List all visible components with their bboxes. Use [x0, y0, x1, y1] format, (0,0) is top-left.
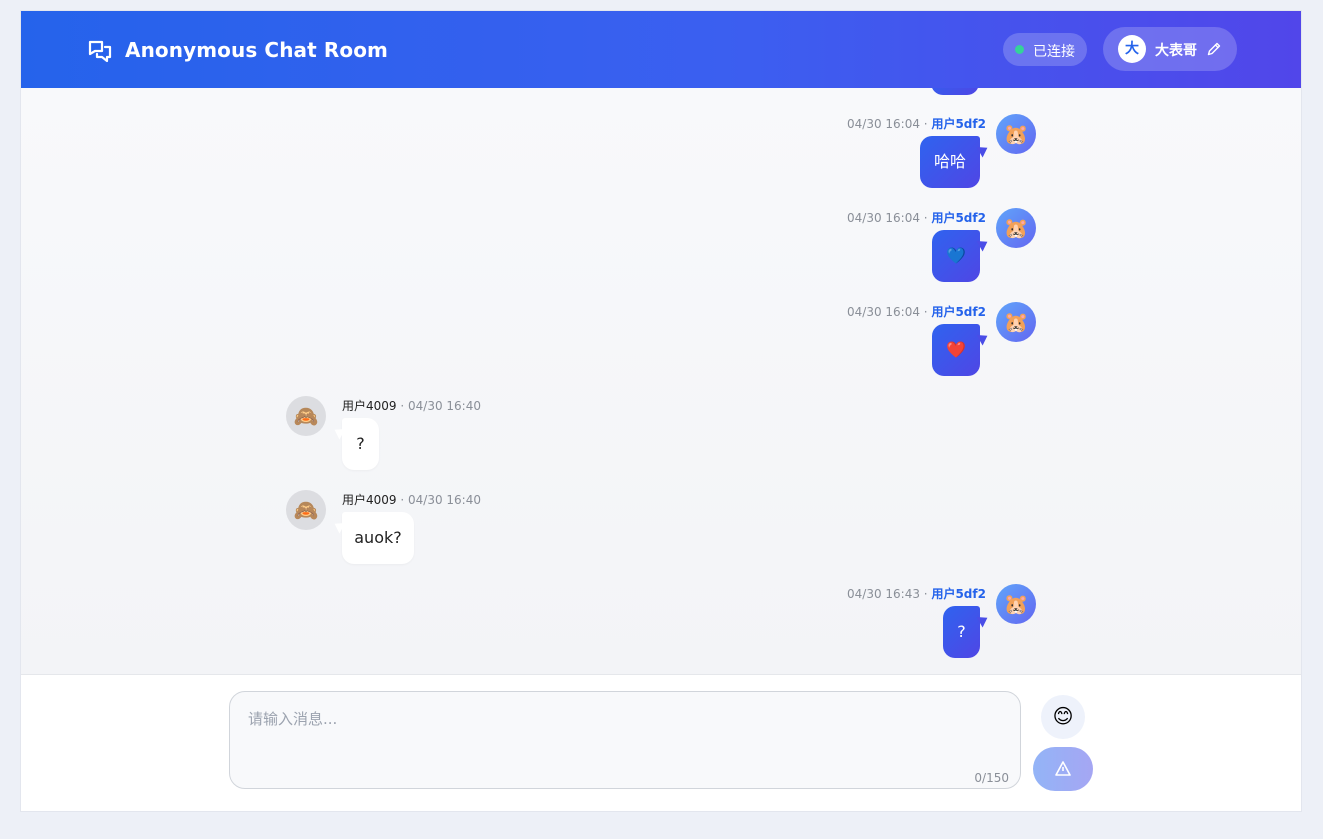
message-time: 04/30 16:04 — [847, 305, 920, 319]
message-input[interactable] — [230, 692, 1020, 788]
message-time: 04/30 16:43 — [847, 587, 920, 601]
message-bubble: ? — [943, 606, 980, 658]
user-name: 大表哥 — [1155, 43, 1197, 59]
app-title: Anonymous Chat Room — [125, 38, 388, 62]
message-sender: 用户5df2 — [931, 587, 986, 601]
message-bubble: auok? — [342, 512, 414, 564]
sender-avatar: 🐹 — [996, 114, 1036, 154]
sender-avatar: 🙈 — [286, 396, 326, 436]
char-counter: 0/150 — [974, 771, 1009, 785]
chat-bubbles-icon — [88, 40, 112, 63]
user-avatar: 大 — [1118, 35, 1146, 63]
message-bubble: ❤️ — [932, 324, 980, 376]
pencil-icon[interactable] — [1206, 41, 1222, 57]
header: Anonymous Chat Room 已连接 大 大表哥 — [21, 11, 1301, 88]
send-button[interactable] — [1033, 747, 1093, 791]
message-meta: 04/30 16:04 · 用户5df2 — [847, 305, 986, 319]
message-time: 04/30 16:04 — [847, 117, 920, 131]
message-sender: 用户5df2 — [931, 211, 986, 225]
message-time: 04/30 16:40 — [408, 493, 481, 507]
message-meta: 用户4009 · 04/30 16:40 — [342, 493, 481, 507]
message-bubble: 💙 — [932, 230, 980, 282]
previous-message-bubble — [931, 88, 979, 95]
status-dot-icon — [1015, 45, 1024, 54]
composer: 0/150 😊 — [21, 675, 1301, 811]
current-user-button[interactable]: 大 大表哥 — [1103, 27, 1237, 71]
connection-status-label: 已连接 — [1033, 44, 1075, 60]
message-time: 04/30 16:04 — [847, 211, 920, 225]
message-sender: 用户4009 — [342, 493, 397, 507]
chat-app: Anonymous Chat Room 已连接 大 大表哥 04/30 16:0… — [20, 10, 1302, 812]
sender-avatar: 🐹 — [996, 302, 1036, 342]
sender-avatar: 🐹 — [996, 584, 1036, 624]
message-meta: 用户4009 · 04/30 16:40 — [342, 399, 481, 413]
message-meta: 04/30 16:04 · 用户5df2 — [847, 211, 986, 225]
sender-avatar: 🐹 — [996, 208, 1036, 248]
message-meta: 04/30 16:04 · 用户5df2 — [847, 117, 986, 131]
send-icon — [1055, 761, 1071, 776]
message-time: 04/30 16:40 — [408, 399, 481, 413]
message-bubble: ? — [342, 418, 379, 470]
message-meta: 04/30 16:43 · 用户5df2 — [847, 587, 986, 601]
emoji-button[interactable]: 😊 — [1041, 695, 1085, 739]
message-sender: 用户4009 — [342, 399, 397, 413]
message-input-box: 0/150 — [229, 691, 1021, 789]
message-list[interactable]: 04/30 16:04 · 用户5df2 🐹 哈哈 04/30 16:04 · … — [21, 88, 1301, 675]
message-sender: 用户5df2 — [931, 117, 986, 131]
message-sender: 用户5df2 — [931, 305, 986, 319]
sender-avatar: 🙈 — [286, 490, 326, 530]
message-bubble: 哈哈 — [920, 136, 980, 188]
connection-status-badge: 已连接 — [1003, 33, 1087, 66]
